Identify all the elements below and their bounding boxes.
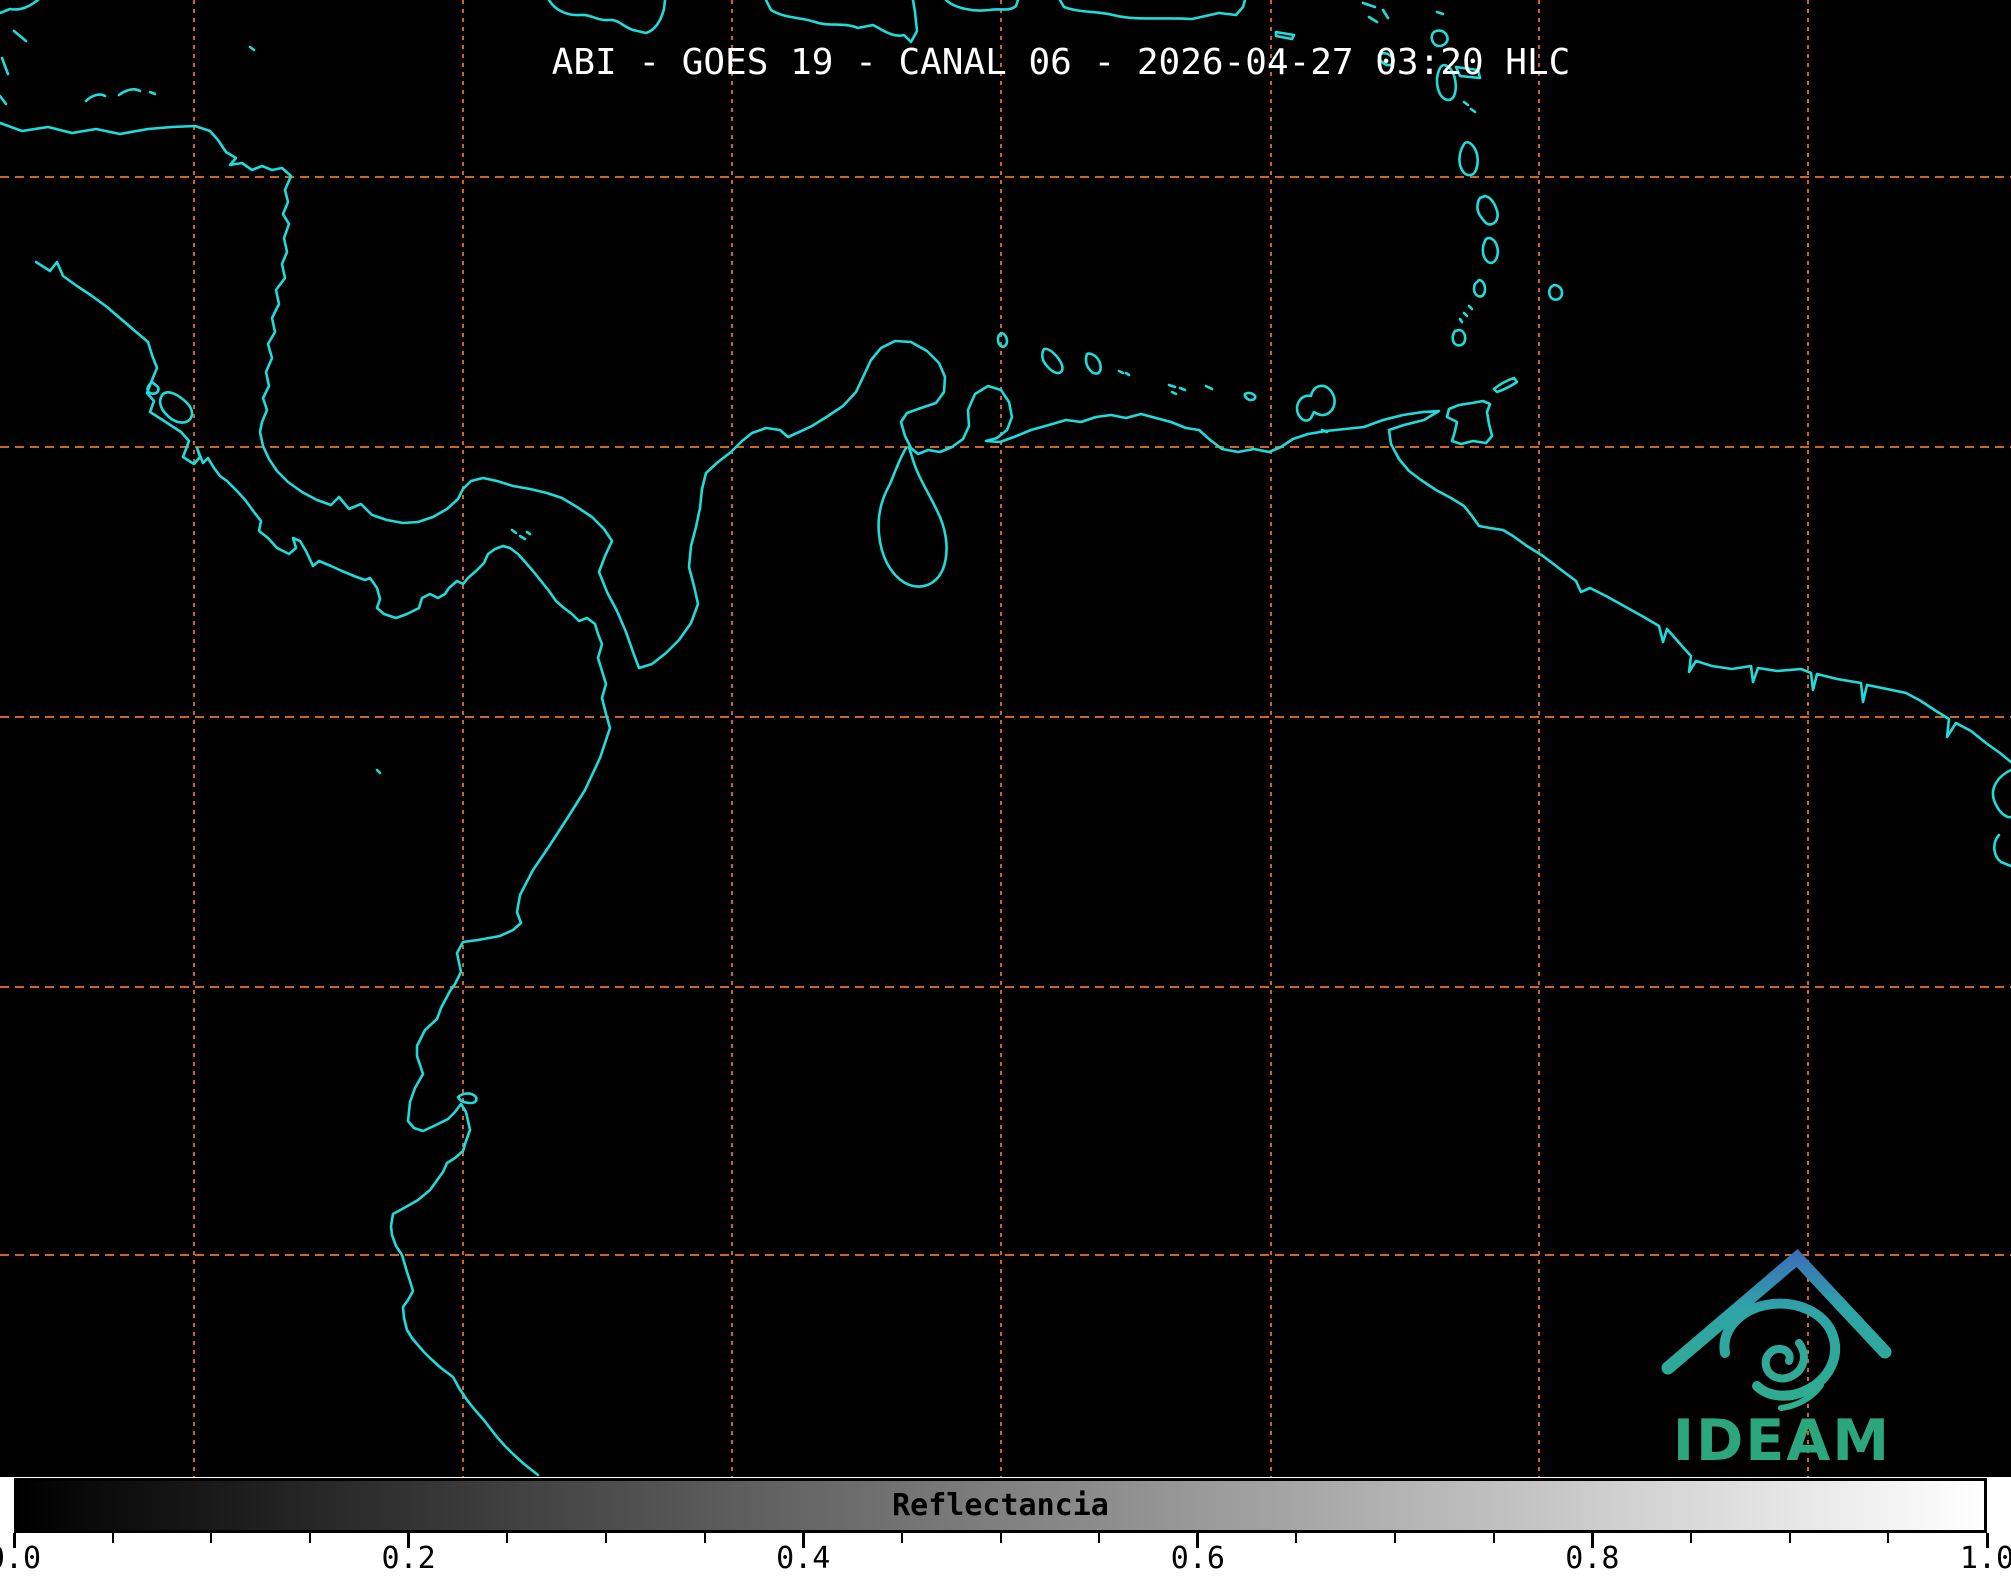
colorbar-tick-label: 0.0	[0, 1541, 42, 1576]
colorbar-gradient-bar: Reflectancia	[14, 1478, 1987, 1533]
colorbar-tick-label: 0.4	[776, 1541, 831, 1576]
colorbar-minor-tick	[999, 1533, 1002, 1543]
colorbar-tick-label: 0.8	[1565, 1541, 1620, 1576]
colorbar-minor-tick	[604, 1533, 607, 1543]
map-canvas: ABI - GOES 19 - CANAL 06 - 2026-04-27 03…	[0, 0, 2011, 1477]
colorbar-tick-label: 1.0	[1959, 1541, 2011, 1576]
colorbar-minor-tick	[703, 1533, 706, 1543]
colorbar-tick-label: 0.2	[381, 1541, 436, 1576]
colorbar-minor-tick	[308, 1533, 311, 1543]
colorbar-minor-tick	[1887, 1533, 1890, 1543]
logo-text: IDEAM	[1673, 1408, 1891, 1474]
colorbar-label: Reflectancia	[892, 1487, 1109, 1523]
colorbar-minor-tick	[210, 1533, 213, 1543]
colorbar-minor-tick	[506, 1533, 509, 1543]
image-title: ABI - GOES 19 - CANAL 06 - 2026-04-27 03…	[552, 42, 1571, 83]
colorbar-minor-tick	[1098, 1533, 1101, 1543]
satellite-image-viewer: ABI - GOES 19 - CANAL 06 - 2026-04-27 03…	[0, 0, 2011, 1577]
colorbar-minor-tick	[900, 1533, 903, 1543]
colorbar-minor-tick	[1788, 1533, 1791, 1543]
colorbar-minor-tick	[1690, 1533, 1693, 1543]
colorbar-minor-tick	[111, 1533, 114, 1543]
colorbar-tick-label: 0.6	[1170, 1541, 1225, 1576]
colorbar-minor-tick	[1295, 1533, 1298, 1543]
colorbar-minor-tick	[1394, 1533, 1397, 1543]
colorbar-minor-tick	[1492, 1533, 1495, 1543]
